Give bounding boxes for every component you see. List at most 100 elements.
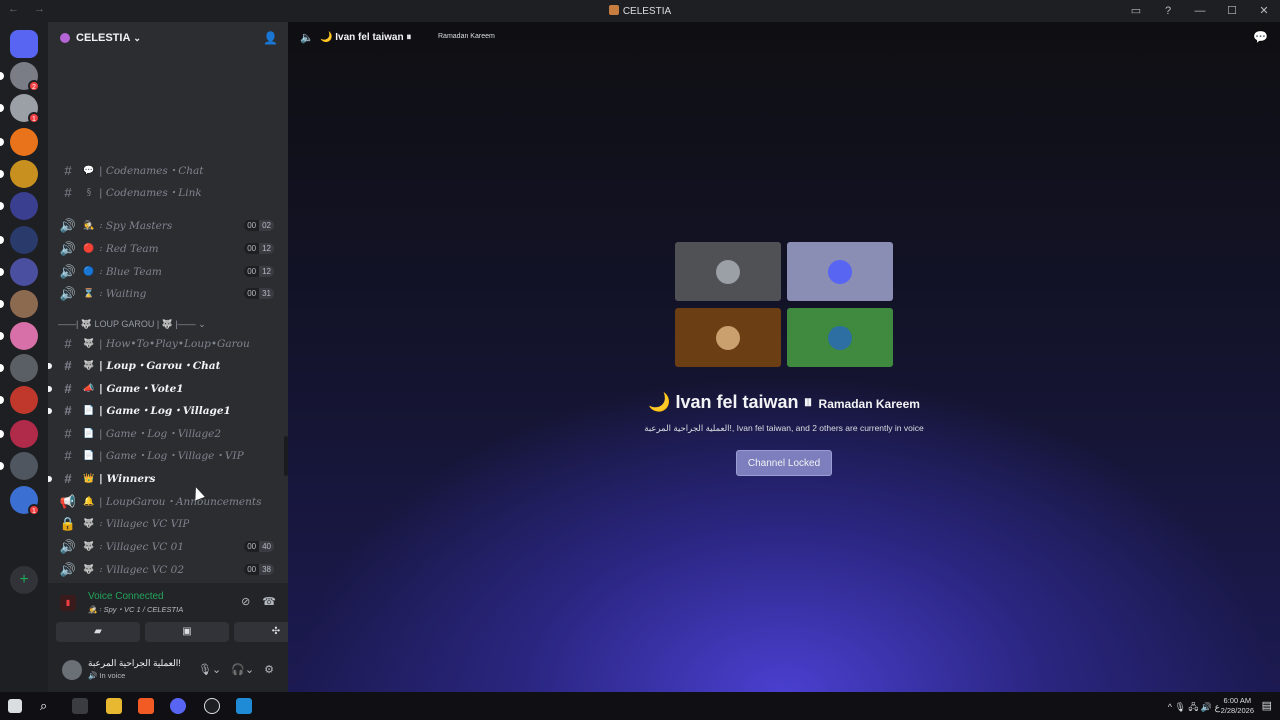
voice-channel-label[interactable]: 🕵 ꞉ Spy・VC 1 / CELESTIA (88, 604, 183, 615)
unread-indicator (48, 385, 52, 392)
channel-name: | Game・Log・Village・VIP (99, 450, 244, 462)
channel-name: ꞉ Villagec VC VIP (99, 517, 190, 530)
microphone-icon[interactable]: 🎙⌄ (198, 663, 221, 676)
channel-item[interactable]: 🔊 🐺 ꞉ Villagec VC 02 00 38 (56, 559, 280, 580)
clock[interactable]: 6:00 AM 2/28/2026 (1221, 696, 1254, 716)
channel-item[interactable]: 🔊 🔴 ꞉ Red Team 00 12 (56, 238, 280, 259)
hashtag-icon: # (64, 185, 72, 200)
channel-item[interactable]: # 📄 | Game・Log・Village1 (48, 400, 280, 421)
voice-header: 🔈 🌙 Ivan fel taiwan ⏸ Ramadan Kareem 💬 (288, 22, 1280, 54)
brave-browser-icon[interactable] (138, 698, 154, 714)
server-7-icon[interactable] (10, 258, 38, 286)
channel-name: | How•To•Play•Loup•Garou (99, 337, 250, 350)
channel-item[interactable]: 🔊 🕵 ꞉ Spy Masters 00 02 (56, 215, 280, 236)
minimize-icon[interactable]: — (1184, 0, 1216, 22)
channel-item[interactable]: # 📄 | Game・Log・Village・VIP (56, 445, 280, 466)
server-11-icon[interactable] (10, 386, 38, 414)
search-icon[interactable]: ⌕ (40, 698, 56, 714)
server-list: 2 1 1 + (0, 22, 48, 692)
discord-home-icon[interactable] (10, 30, 38, 58)
server-3-icon[interactable] (10, 128, 38, 156)
title-bar: ← → CELESTIA ▭ ? — ☐ ✕ (0, 0, 1280, 22)
channel-locked-button[interactable]: Channel Locked (736, 450, 832, 476)
server-header[interactable]: CELESTIA ⌄ 👤 (48, 22, 288, 54)
channel-item[interactable]: # § | Codenames・Link (56, 182, 280, 203)
headphones-icon[interactable]: 🎧⌄ (231, 663, 254, 676)
server-12-icon[interactable] (10, 420, 38, 448)
channel-item[interactable]: 📢 🔔 | LoupGarou・Announcements (56, 491, 280, 512)
disconnect-icon[interactable]: ☎ (262, 595, 276, 608)
channel-emoji: 🕵 (83, 220, 95, 231)
noise-suppression-icon[interactable]: ⊘ (241, 595, 250, 608)
category-loup-garou[interactable]: ——| 🐺 LOUP GAROU | 🐺 |—— ⌄ (58, 319, 206, 330)
participant-tile[interactable] (675, 242, 781, 301)
server-8-icon[interactable] (10, 290, 38, 318)
settings-gear-icon[interactable]: ⚙ (264, 663, 274, 676)
chevron-down-icon[interactable]: ⌄ (133, 33, 141, 44)
start-icon[interactable] (8, 699, 22, 713)
maximize-icon[interactable]: ☐ (1216, 0, 1248, 22)
channel-item[interactable]: 🔊 🐺 ꞉ Villagec VC 01 00 40 (56, 536, 280, 557)
server-9-icon[interactable] (10, 322, 38, 350)
add-server-button[interactable]: + (10, 566, 38, 594)
channel-item[interactable]: 🔊 ⌛ ꞉ Waiting 00 31 (56, 283, 280, 304)
channel-item[interactable]: # 🐺 | Loup・Garou・Chat (48, 355, 280, 376)
speaker-icon: 🔊 (59, 538, 77, 554)
voice-status[interactable]: Voice Connected (88, 591, 164, 602)
voice-channel-name: 🌙 Ivan fel taiwan ⏸ (320, 32, 412, 43)
unread-pill (0, 396, 4, 404)
task-view-icon[interactable] (72, 698, 88, 714)
channel-name: | Codenames・Link (99, 187, 202, 199)
chat-bubble-icon[interactable]: 💬 (1253, 30, 1268, 44)
voice-channel-view: 🔈 🌙 Ivan fel taiwan ⏸ Ramadan Kareem 💬 🌙… (288, 22, 1280, 692)
participant-tile[interactable] (787, 308, 893, 367)
unread-pill (0, 462, 4, 470)
connection-signal-icon[interactable]: ▮ (60, 595, 76, 611)
channel-item[interactable]: # 📣 | Game・Vote1 (48, 378, 280, 399)
channel-item[interactable]: 🔒 🐺 ꞉ Villagec VC VIP (56, 513, 280, 534)
channel-item[interactable]: # 📄 | Game・Log・Village2 (56, 423, 280, 444)
screen-share-button[interactable]: ▣ (145, 622, 229, 642)
obs-icon[interactable] (204, 698, 220, 714)
avatar (716, 326, 740, 350)
unread-pill (0, 430, 4, 438)
avatar (828, 260, 852, 284)
hashtag-icon: # (64, 448, 72, 463)
server-10-icon[interactable] (10, 354, 38, 382)
server-6-icon[interactable] (10, 226, 38, 254)
inbox-icon[interactable]: ▭ (1120, 0, 1152, 22)
username[interactable]: العملية الجراحية المرعبة! (88, 658, 181, 669)
channel-item[interactable]: # 💬 | Codenames・Chat (56, 160, 280, 181)
help-icon[interactable]: ? (1152, 0, 1184, 22)
invite-people-icon[interactable]: 👤 (263, 31, 278, 45)
app-icon[interactable] (236, 698, 252, 714)
avatar[interactable] (62, 660, 82, 680)
participant-tile[interactable] (787, 242, 893, 301)
unread-pill (0, 300, 4, 308)
channel-name: ꞉ Blue Team (99, 265, 162, 278)
speaker-icon: 🔊 (59, 285, 77, 301)
speaker-icon: 🔊 (88, 671, 98, 680)
close-icon[interactable]: ✕ (1248, 0, 1280, 22)
server-13-icon[interactable] (10, 452, 38, 480)
server-5-icon[interactable] (10, 192, 38, 220)
discord-taskbar-icon[interactable] (170, 698, 186, 714)
system-tray[interactable]: ^ 🎙 🖧 🔊 ع (1168, 700, 1220, 716)
announcement-icon: 📢 (59, 493, 77, 509)
server-4-icon[interactable] (10, 160, 38, 188)
unread-indicator (48, 362, 52, 369)
camera-button[interactable]: ▰ (56, 622, 140, 642)
unread-pill (0, 138, 4, 146)
screen-share-icon: ▣ (182, 626, 192, 637)
participant-tile[interactable] (675, 308, 781, 367)
lock-icon: 🔒 (59, 515, 77, 531)
channel-name: | Winners (99, 472, 156, 485)
notification-icon[interactable]: ▤ (1262, 699, 1272, 712)
file-explorer-icon[interactable] (106, 698, 122, 714)
mention-badge: 2 (28, 80, 40, 92)
channel-name: | LoupGarou・Announcements (99, 496, 262, 508)
channel-emoji: § (86, 187, 92, 198)
channel-item[interactable]: 🔊 🔵 ꞉ Blue Team 00 12 (56, 261, 280, 282)
channel-item[interactable]: # 🐺 | How•To•Play•Loup•Garou (56, 333, 280, 354)
channel-item[interactable]: # 👑 | Winners (48, 468, 280, 489)
